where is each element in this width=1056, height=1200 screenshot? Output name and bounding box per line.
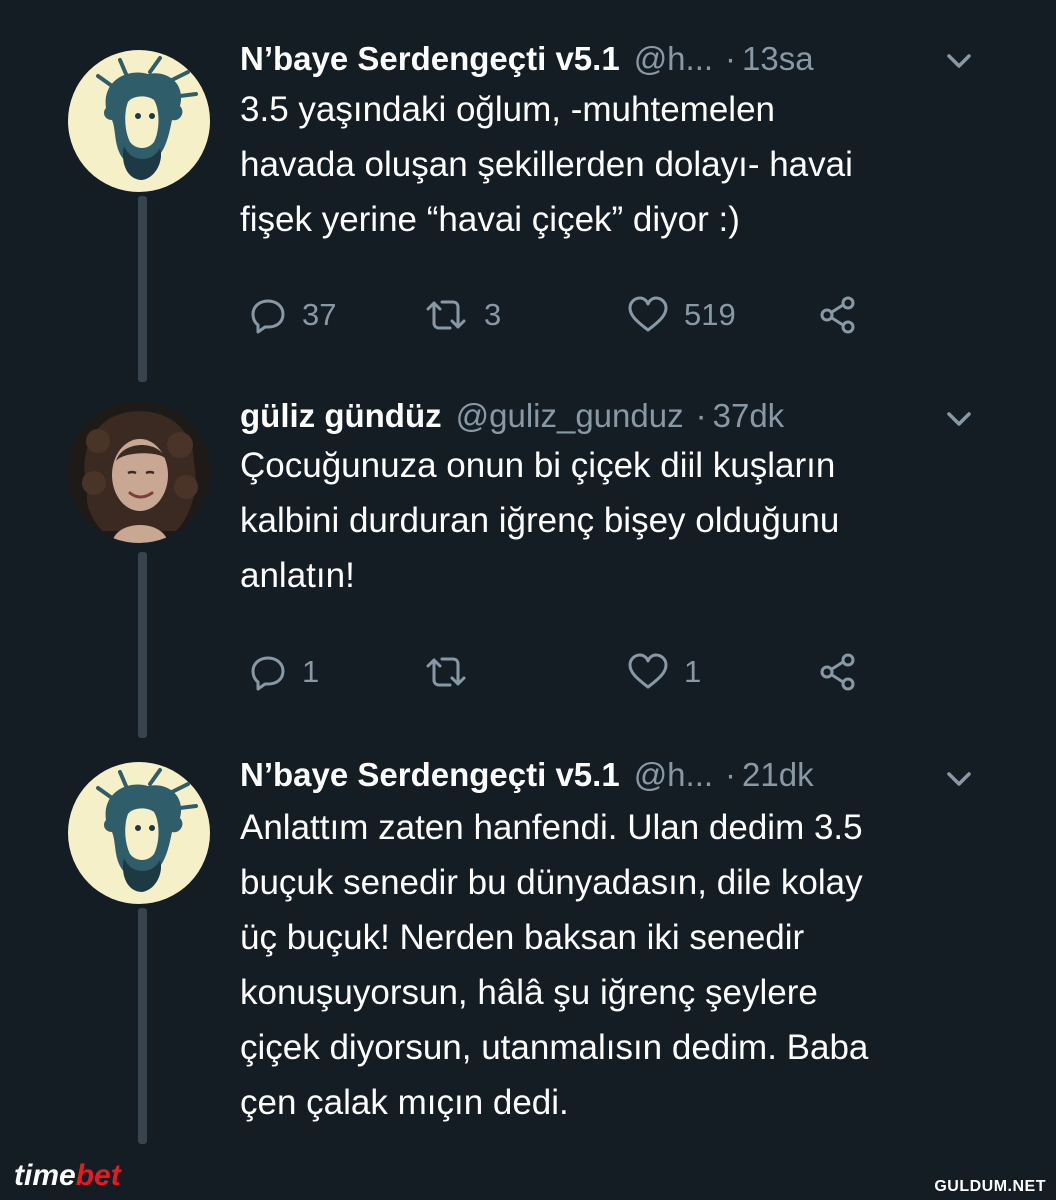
share-icon (820, 296, 855, 334)
tweet-text: Çocuğunuza onun bi çiçek diil kuşların k… (240, 438, 980, 603)
timebet-logo: time bet (14, 1156, 121, 1196)
tweet-line: anlatın! (240, 556, 355, 595)
reply-icon (251, 656, 285, 691)
avatar[interactable] (68, 50, 210, 192)
thread-line (138, 908, 147, 1144)
avatar[interactable] (68, 401, 210, 543)
like-button[interactable]: 519 (626, 290, 736, 340)
tweet-line: çen çalak mıçın dedi. (240, 1083, 569, 1122)
heart-icon (628, 296, 668, 332)
handle[interactable]: @guliz_gunduz (456, 397, 684, 435)
retweet-button[interactable]: 3 (422, 290, 501, 340)
logo-bet-text: bet (75, 1159, 121, 1192)
display-name[interactable]: güliz gündüz (240, 397, 442, 435)
reply-button[interactable]: 1 (248, 647, 319, 697)
tweet-text: Anlattım zaten hanfendi. Ulan dedim 3.5 … (240, 800, 980, 1130)
timestamp[interactable]: 21dk (742, 756, 814, 794)
display-name[interactable]: N’baye Serdengeçti v5.1 (240, 40, 620, 78)
tweet-header: güliz gündüz @guliz_gunduz · 37dk (240, 388, 784, 444)
tweet-line: buçuk senedir bu dünyadasın, dile kolay (240, 863, 863, 902)
retweet-button[interactable] (422, 647, 484, 697)
heart-icon (628, 653, 668, 689)
share-button[interactable] (818, 290, 858, 340)
tweet-line: 3.5 yaşındaki oğlum, -muhtemelen (240, 90, 775, 129)
share-button[interactable] (818, 647, 858, 697)
handle[interactable]: @h... (634, 756, 713, 794)
thread-line (138, 552, 147, 738)
timestamp[interactable]: 13sa (742, 40, 814, 78)
like-button[interactable]: 1 (626, 647, 701, 697)
site-watermark: GULDUM.NET (934, 1178, 1046, 1195)
tweet-header: N’baye Serdengeçti v5.1 @h... · 13sa (240, 31, 814, 87)
handle[interactable]: @h... (634, 40, 713, 78)
tweet-line: fişek yerine “havai çiçek” diyor :) (240, 200, 740, 239)
tweet-line: Çocuğunuza onun bi çiçek diil kuşların (240, 446, 836, 485)
avatar[interactable] (68, 762, 210, 904)
tweet-line: Anlattım zaten hanfendi. Ulan dedim 3.5 (240, 808, 863, 847)
retweet-icon (426, 657, 466, 687)
display-name[interactable]: N’baye Serdengeçti v5.1 (240, 756, 620, 794)
tweet-line: çiçek diyorsun, utanmalısın dedim. Baba (240, 1028, 869, 1067)
reply-button[interactable]: 37 (248, 290, 336, 340)
chevron-down-icon[interactable] (942, 402, 976, 436)
tweet-line: havada oluşan şekillerden dolayı- havai (240, 145, 853, 184)
tweet-actions: 1 1 (240, 647, 880, 697)
tweet-line: üç buçuk! Nerden baksan iki senedir (240, 918, 805, 957)
thread-line (138, 196, 147, 382)
share-icon (820, 653, 855, 691)
like-count: 1 (684, 654, 702, 689)
retweet-icon (426, 300, 466, 330)
tweet-line: kalbini durduran iğrenç bişey olduğunu (240, 501, 840, 540)
reply-count: 1 (302, 654, 320, 689)
logo-time-text: time (14, 1159, 76, 1192)
like-count: 519 (684, 297, 736, 332)
separator-dot: · (725, 756, 737, 793)
separator-dot: · (725, 40, 737, 77)
timestamp[interactable]: 37dk (713, 397, 785, 435)
tweet-text: 3.5 yaşındaki oğlum, -muhtemelen havada … (240, 82, 980, 247)
tweet-actions: 37 3 519 (240, 290, 880, 340)
chevron-down-icon[interactable] (942, 44, 976, 78)
reply-icon (251, 299, 285, 334)
reply-count: 37 (302, 297, 337, 332)
chevron-down-icon[interactable] (942, 762, 976, 796)
retweet-count: 3 (484, 297, 502, 332)
tweet-header: N’baye Serdengeçti v5.1 @h... · 21dk (240, 747, 814, 803)
tweet-line: konuşuyorsun, hâlâ şu iğrenç şeylere (240, 973, 818, 1012)
separator-dot: · (695, 397, 707, 434)
